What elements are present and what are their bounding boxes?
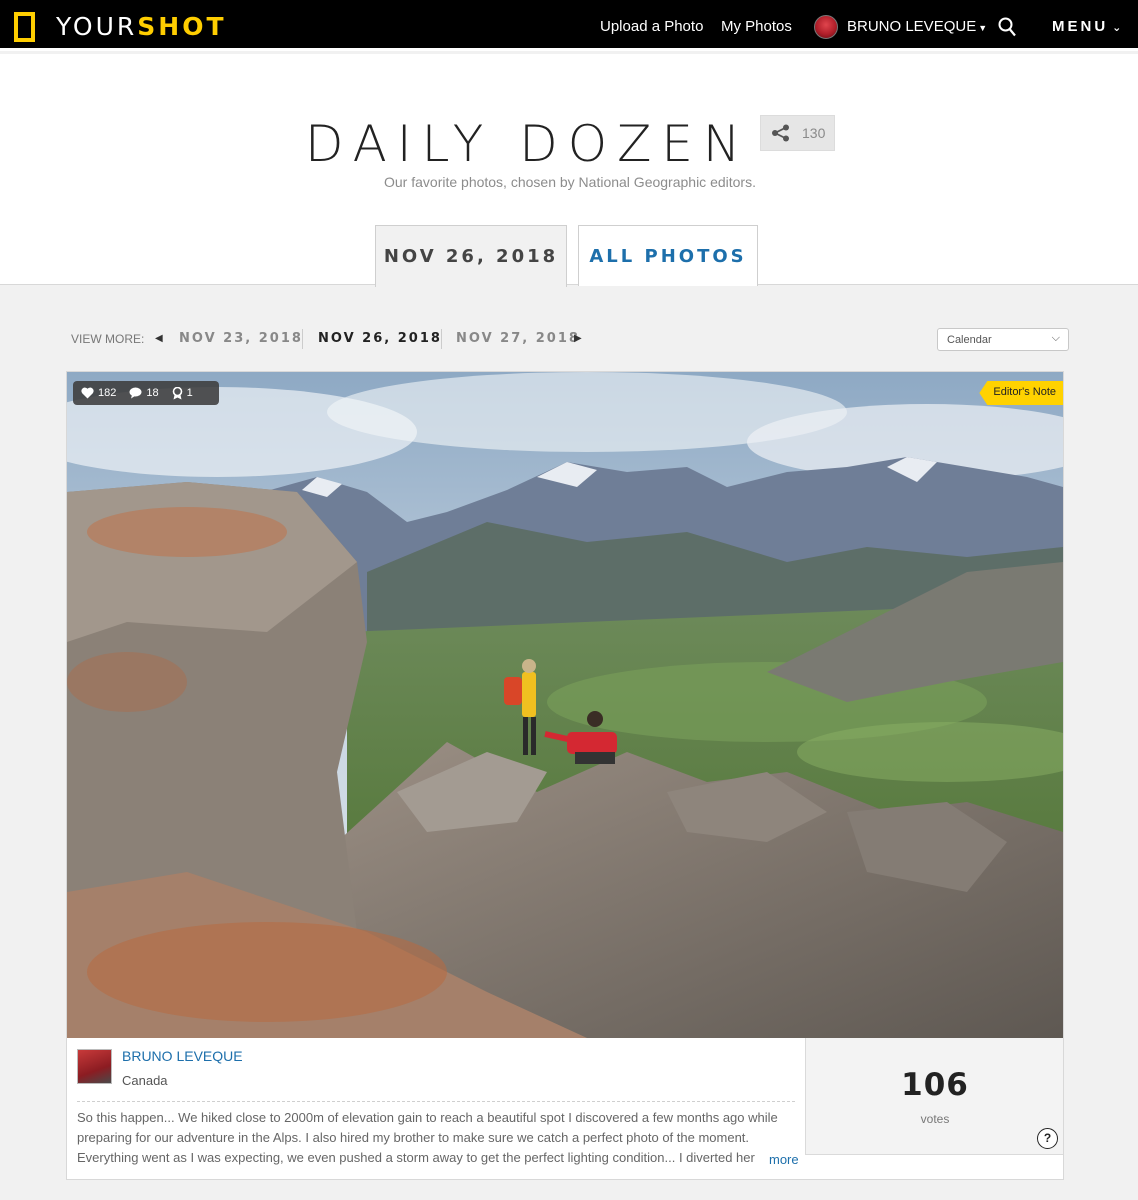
- mountain-proposal-image: [67, 372, 1063, 1038]
- votes-label: votes: [920, 1112, 950, 1126]
- heart-icon: [81, 387, 94, 399]
- upload-photo-link[interactable]: Upload a Photo: [600, 18, 703, 35]
- author-location: Canada: [122, 1073, 168, 1088]
- user-avatar[interactable]: [814, 15, 838, 39]
- award-icon: [172, 386, 182, 399]
- user-name: BRUNO LEVEQUE: [847, 18, 977, 35]
- editors-note-badge[interactable]: Editor's Note: [979, 381, 1063, 405]
- votes-count: 106: [901, 1067, 969, 1103]
- featured-photo[interactable]: 182 18 1 Editor's Note: [67, 372, 1063, 1038]
- awards-stat[interactable]: 1: [172, 386, 193, 400]
- share-count: 130: [802, 125, 826, 141]
- more-link[interactable]: more: [765, 1152, 799, 1167]
- comment-icon: [129, 387, 142, 399]
- yourshot-logo[interactable]: YOURSHOT: [56, 12, 227, 41]
- photo-stats: 182 18 1: [73, 381, 219, 405]
- next-arrow-icon[interactable]: ▶: [574, 333, 582, 344]
- author-avatar[interactable]: [77, 1049, 112, 1084]
- divider: [77, 1101, 795, 1102]
- view-more-label: VIEW MORE:: [71, 332, 145, 346]
- chevron-down-icon: ⌵: [1051, 332, 1060, 344]
- next-date-link[interactable]: NOV 27, 2018: [456, 331, 580, 346]
- divider: [302, 329, 303, 349]
- nat-geo-logo-icon[interactable]: [14, 12, 35, 42]
- share-icon: [772, 124, 789, 142]
- comments-stat[interactable]: 18: [129, 387, 159, 399]
- user-menu[interactable]: BRUNO LEVEQUE ▼: [847, 18, 987, 35]
- tab-all-photos[interactable]: ALL PHOTOS: [578, 225, 758, 286]
- chevron-down-icon: ⌄: [1112, 22, 1122, 34]
- votes-panel: 106 votes ?: [805, 1038, 1063, 1155]
- prev-arrow-icon[interactable]: ◀: [155, 333, 163, 344]
- search-icon[interactable]: [998, 17, 1016, 37]
- page-title: DAILY DOZEN: [305, 115, 751, 173]
- top-nav-bar: YOURSHOT Upload a Photo My Photos BRUNO …: [0, 0, 1138, 51]
- my-photos-link[interactable]: My Photos: [721, 18, 792, 35]
- divider: [441, 329, 442, 349]
- menu-button[interactable]: MENU ⌄: [1052, 18, 1121, 35]
- likes-stat[interactable]: 182: [81, 387, 116, 399]
- prev-date-link[interactable]: NOV 23, 2018: [179, 331, 303, 346]
- help-icon[interactable]: ?: [1037, 1128, 1058, 1149]
- chevron-down-icon: ▼: [978, 23, 988, 33]
- share-button[interactable]: 130: [760, 115, 835, 151]
- photo-info: BRUNO LEVEQUE Canada So this happen... W…: [67, 1038, 805, 1179]
- page-subtitle: Our favorite photos, chosen by National …: [384, 174, 756, 190]
- tab-date[interactable]: NOV 26, 2018: [375, 225, 567, 287]
- photo-card: 182 18 1 Editor's Note BRUNO LEVEQUE Can…: [66, 371, 1064, 1180]
- photo-caption: So this happen... We hiked close to 2000…: [77, 1110, 778, 1165]
- calendar-select[interactable]: Calendar ⌵: [937, 328, 1069, 351]
- author-name-link[interactable]: BRUNO LEVEQUE: [122, 1048, 243, 1064]
- current-date: NOV 26, 2018: [318, 331, 442, 346]
